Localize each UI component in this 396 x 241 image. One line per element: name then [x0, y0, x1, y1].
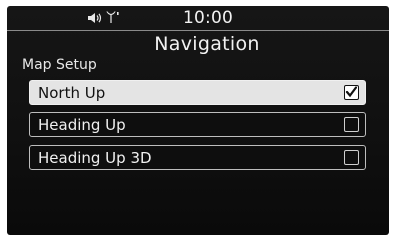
speaker-volume-icon [87, 9, 103, 28]
option-label: North Up [38, 84, 106, 102]
status-bar: 10:00 [7, 6, 389, 30]
section-label: Map Setup [22, 57, 97, 73]
option-heading-up-3d[interactable]: Heading Up 3D [29, 145, 366, 170]
antenna-signal-icon [106, 9, 120, 28]
unchecked-checkbox-icon[interactable] [344, 117, 359, 132]
checked-checkbox-icon[interactable] [344, 85, 359, 100]
navigation-screen: 10:00 Navigation Map Setup North Up Head… [7, 6, 389, 235]
clock-time: 10:00 [183, 8, 233, 28]
header-divider [7, 30, 389, 31]
page-title: Navigation [154, 33, 260, 55]
option-north-up[interactable]: North Up [29, 80, 366, 105]
option-label: Heading Up 3D [38, 149, 152, 167]
option-heading-up[interactable]: Heading Up [29, 112, 366, 137]
option-label: Heading Up [38, 116, 126, 134]
unchecked-checkbox-icon[interactable] [344, 150, 359, 165]
status-icons [87, 9, 120, 28]
